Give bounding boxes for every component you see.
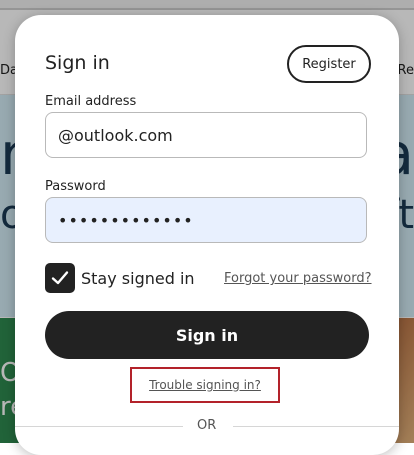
email-label: Email address — [45, 94, 137, 109]
email-field[interactable]: @outlook.com — [45, 112, 367, 158]
trouble-signing-in-highlight: Trouble signing in? — [130, 367, 280, 403]
email-field-value: @outlook.com — [58, 125, 173, 145]
sign-in-button[interactable]: Sign in — [45, 311, 369, 359]
register-button[interactable]: Register — [287, 45, 371, 83]
password-field-value: ••••••••••••• — [58, 210, 194, 230]
or-divider-text: OR — [197, 418, 217, 433]
divider-line — [15, 426, 183, 427]
password-field[interactable]: ••••••••••••• — [45, 197, 367, 243]
or-divider: OR — [15, 418, 399, 434]
modal-title: Sign in — [45, 52, 110, 74]
trouble-signing-in-link[interactable]: Trouble signing in? — [149, 378, 261, 392]
forgot-password-link[interactable]: Forgot your password? — [224, 271, 372, 286]
sign-in-modal: Sign in Register Email address @outlook.… — [15, 15, 399, 455]
stay-signed-in-label[interactable]: Stay signed in — [81, 269, 195, 288]
checkmark-icon — [51, 271, 69, 285]
password-label: Password — [45, 179, 106, 194]
stay-signed-in-checkbox[interactable] — [45, 263, 75, 293]
divider-line — [233, 426, 399, 427]
